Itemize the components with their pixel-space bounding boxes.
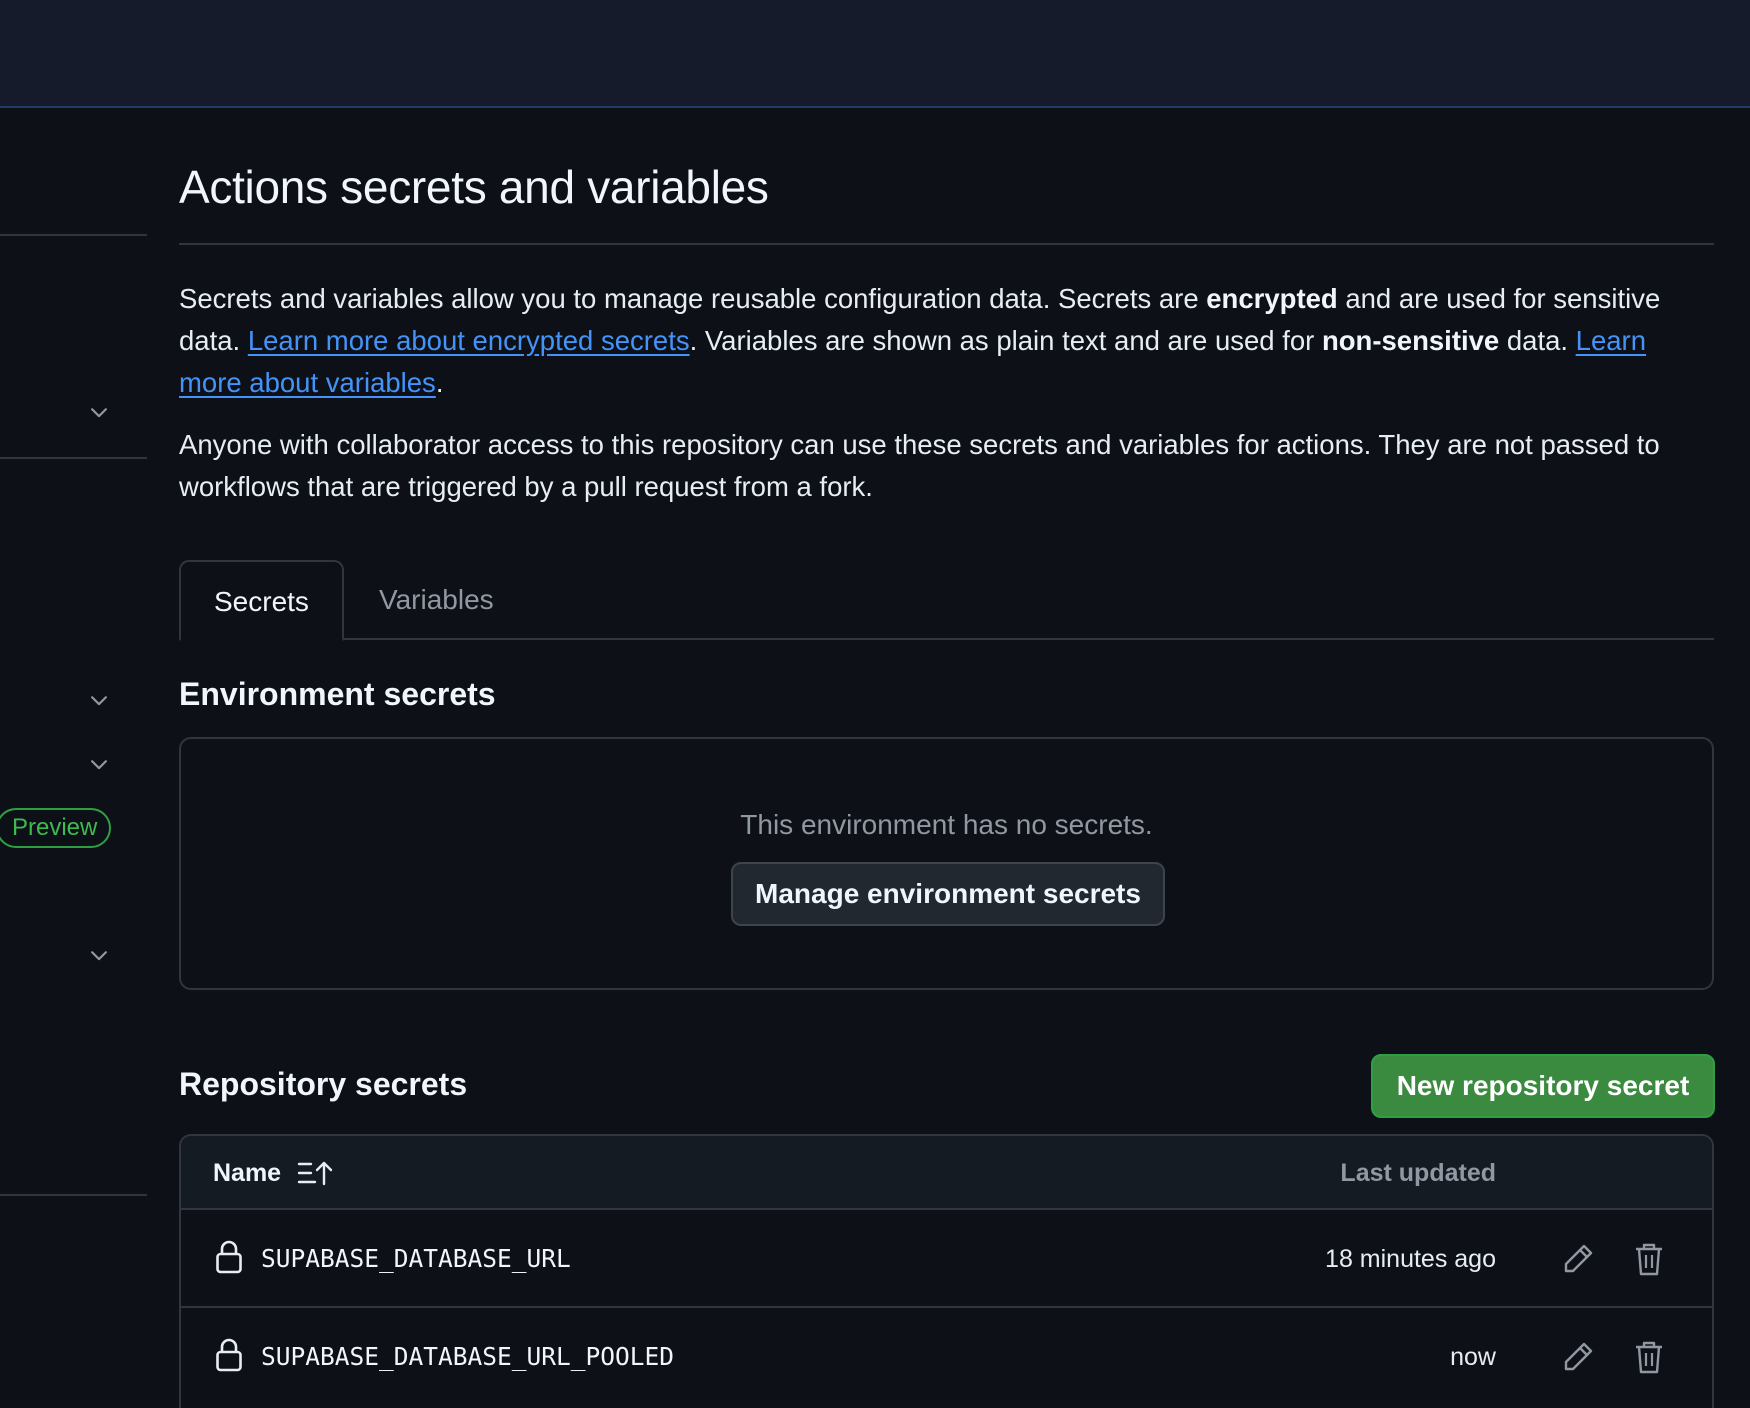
intro-text: Secrets and variables allow you to manag…: [179, 283, 1207, 314]
repository-secrets-table: Name Last updated SUPABASE_DATABASE_URL …: [179, 1134, 1714, 1408]
secret-name: SUPABASE_DATABASE_URL_POOLED: [261, 1342, 675, 1371]
table-row: SUPABASE_DATABASE_URL 18 minutes ago: [181, 1210, 1712, 1308]
sidebar-divider: [0, 1194, 147, 1196]
access-note: Anyone with collaborator access to this …: [179, 429, 1660, 502]
environment-secrets-heading: Environment secrets: [179, 676, 496, 712]
chevron-down-icon[interactable]: [87, 400, 111, 424]
lock-icon: [216, 1240, 242, 1274]
intro-bold-encrypted: encrypted: [1206, 283, 1338, 314]
intro-bold-non-sensitive: non-sensitive: [1321, 325, 1500, 356]
top-header-bar: [0, 0, 1750, 108]
intro-paragraph: Secrets and variables allow you to manag…: [179, 278, 1714, 404]
last-updated-value: 18 minutes ago: [1325, 1245, 1496, 1273]
intro-text: . Variables are shown as plain text and …: [689, 325, 1322, 356]
manage-environment-secrets-button[interactable]: Manage environment secrets: [731, 862, 1165, 926]
pencil-icon[interactable]: [1561, 1340, 1595, 1374]
table-row: SUPABASE_DATABASE_URL_POOLED now: [181, 1308, 1712, 1406]
sidebar-divider: [0, 234, 147, 236]
chevron-down-icon[interactable]: [87, 752, 111, 776]
environment-secrets-box: This environment has no secrets. Manage …: [179, 737, 1714, 990]
trash-icon[interactable]: [1634, 1340, 1664, 1374]
secret-name: SUPABASE_DATABASE_URL: [261, 1244, 571, 1273]
sort-ascending-icon[interactable]: [297, 1159, 333, 1187]
chevron-down-icon[interactable]: [87, 943, 111, 967]
learn-more-secrets-link[interactable]: Learn more about encrypted secrets: [248, 325, 690, 356]
sidebar-divider: [0, 457, 147, 459]
intro-text: .: [435, 367, 444, 398]
preview-badge: Preview: [0, 808, 112, 848]
table-header: Name Last updated: [181, 1136, 1712, 1210]
trash-icon[interactable]: [1634, 1242, 1664, 1276]
tab-variables[interactable]: Variables: [346, 560, 527, 641]
tab-bar: Secrets Variables: [179, 560, 1714, 641]
tab-secrets[interactable]: Secrets: [179, 560, 344, 641]
pencil-icon[interactable]: [1561, 1242, 1595, 1276]
last-updated-value: now: [1450, 1343, 1496, 1371]
new-repository-secret-button[interactable]: New repository secret: [1371, 1054, 1715, 1118]
lock-icon: [216, 1338, 242, 1372]
chevron-down-icon[interactable]: [87, 688, 111, 712]
title-divider: [179, 243, 1714, 245]
intro-text: data.: [1499, 325, 1576, 356]
column-header-name[interactable]: Name: [213, 1136, 281, 1210]
column-header-last-updated: Last updated: [1340, 1159, 1496, 1187]
repository-secrets-heading: Repository secrets: [179, 1066, 468, 1102]
page-title: Actions secrets and variables: [179, 161, 769, 213]
empty-state-text: This environment has no secrets.: [740, 809, 1153, 840]
